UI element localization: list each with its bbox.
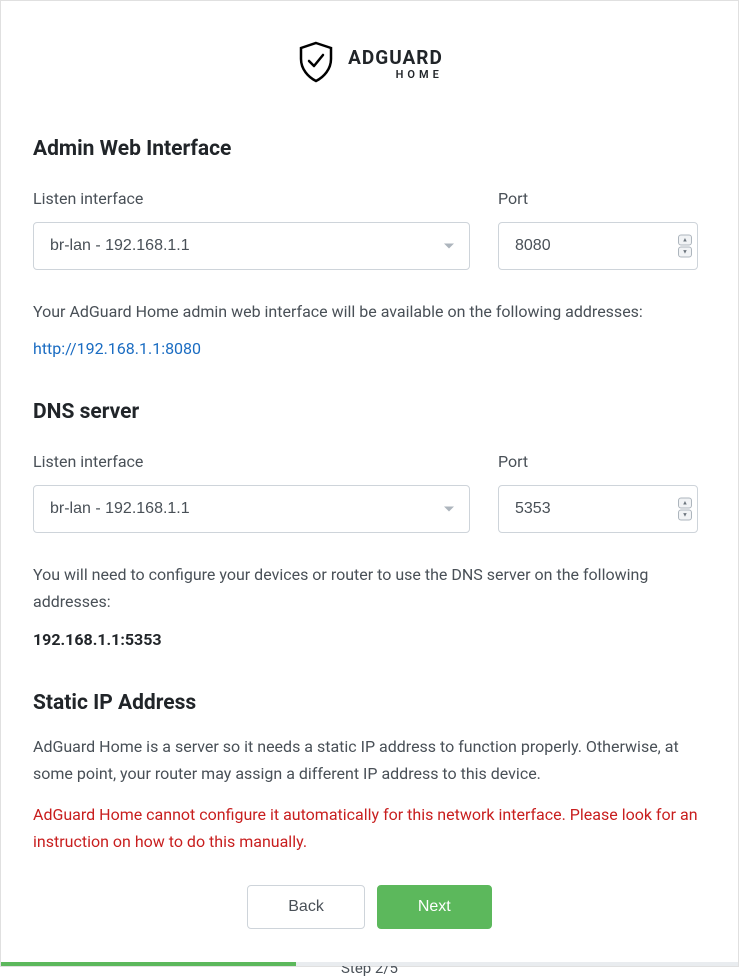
dns-port-label: Port [498,452,698,471]
dns-listen-select[interactable] [33,485,470,533]
port-increment-button[interactable]: ▲ [678,235,692,246]
admin-address-link[interactable]: http://192.168.1.1:8080 [33,339,201,358]
static-ip-heading: Static IP Address [33,691,706,715]
admin-port-label: Port [498,189,698,208]
dns-listen-label: Listen interface [33,452,470,471]
admin-description: Your AdGuard Home admin web interface wi… [33,298,706,325]
port-decrement-button[interactable]: ▼ [678,247,692,258]
progress-bar [1,962,738,966]
port-decrement-button[interactable]: ▼ [678,510,692,521]
admin-listen-select[interactable] [33,222,470,270]
static-ip-warning: AdGuard Home cannot configure it automat… [33,801,706,855]
dns-heading: DNS server [33,400,706,424]
admin-section: Admin Web Interface Listen interface Por… [33,137,706,358]
logo-subtitle: HOME [348,69,443,80]
admin-listen-label: Listen interface [33,189,470,208]
admin-port-input[interactable] [498,222,698,270]
dns-description: You will need to configure your devices … [33,561,706,615]
admin-heading: Admin Web Interface [33,137,706,161]
logo: ADGUARD HOME [33,41,706,87]
dns-address: 192.168.1.1:5353 [33,630,706,649]
static-ip-description: AdGuard Home is a server so it needs a s… [33,733,706,787]
back-button[interactable]: Back [247,885,365,929]
dns-port-input[interactable] [498,485,698,533]
next-button[interactable]: Next [377,885,492,929]
progress-fill [1,962,296,966]
port-increment-button[interactable]: ▲ [678,498,692,509]
dns-section: DNS server Listen interface Port ▲ ▼ [33,400,706,648]
logo-title: ADGUARD [348,48,443,67]
shield-icon [296,41,336,87]
static-ip-section: Static IP Address AdGuard Home is a serv… [33,691,706,856]
